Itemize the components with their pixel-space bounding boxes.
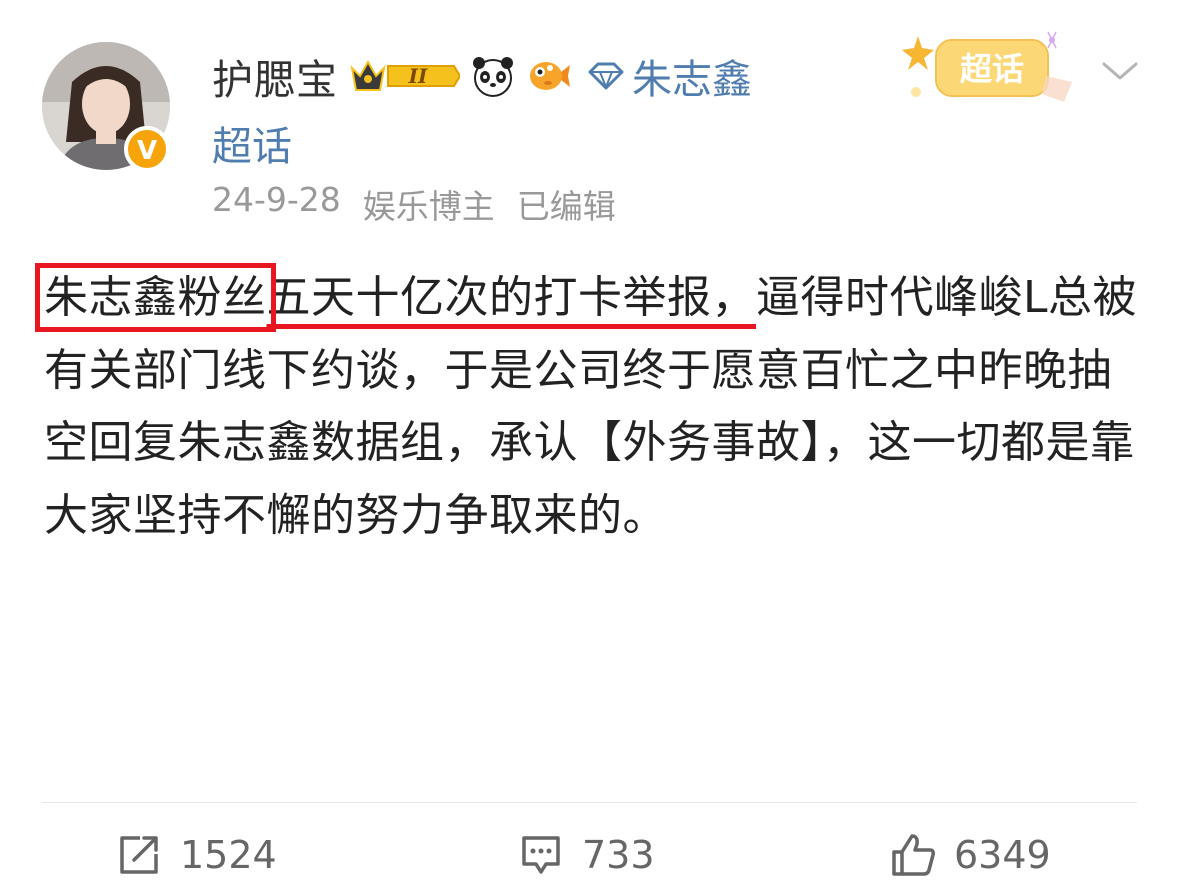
username[interactable]: 护腮宝 [212,46,338,106]
super-topic-link[interactable]: 朱志鑫 [586,47,752,105]
svg-text:V: V [137,136,157,166]
like-button[interactable]: 6349 [890,828,1051,882]
super-topic-badge-label: 超话 [960,50,1024,88]
edited-label: 已编辑 [516,187,616,226]
weibo-post: V 护腮宝 II 朱志鑫 超话 24-9-28 娱乐博主 已编辑 超话 朱志鑫粉… [0,0,1179,892]
panda-icon[interactable] [470,53,516,99]
author-role: 娱乐博主 [362,187,495,226]
comment-icon [522,836,560,874]
repost-button[interactable]: 1524 [116,828,277,882]
topic-suffix[interactable]: 超话 [212,114,292,172]
vip-crown-badge-icon[interactable]: II [348,54,460,98]
like-count: 6349 [954,833,1051,877]
post-date: 24-9-28 [212,180,341,219]
topic-name: 朱志鑫 [632,57,752,103]
chevron-down-icon[interactable] [1100,56,1140,86]
thumbs-up-icon [892,834,935,876]
divider [42,802,1137,803]
repost-count: 1524 [180,833,277,877]
post-meta: 24-9-28 娱乐博主 已编辑 [212,180,616,228]
repost-icon [120,836,158,874]
comment-count: 733 [582,833,655,877]
diamond-icon [588,62,624,90]
vip-level: II [408,64,428,88]
name-row: 护腮宝 II 朱志鑫 [212,46,752,106]
comment-button[interactable]: 733 [518,828,655,882]
verified-badge-icon: V [124,126,170,172]
goldfish-icon[interactable] [526,53,572,99]
super-topic-badge[interactable]: 超话 [896,22,1092,112]
post-content: 朱志鑫粉丝五天十亿次的打卡举报，逼得时代峰峻L总被有关部门线下约谈，于是公司终于… [35,262,1144,552]
highlighted-phrase-boxed: 朱志鑫粉丝 [35,263,276,332]
highlighted-phrase-underlined: 五天十亿次的打卡举报， [266,272,756,323]
